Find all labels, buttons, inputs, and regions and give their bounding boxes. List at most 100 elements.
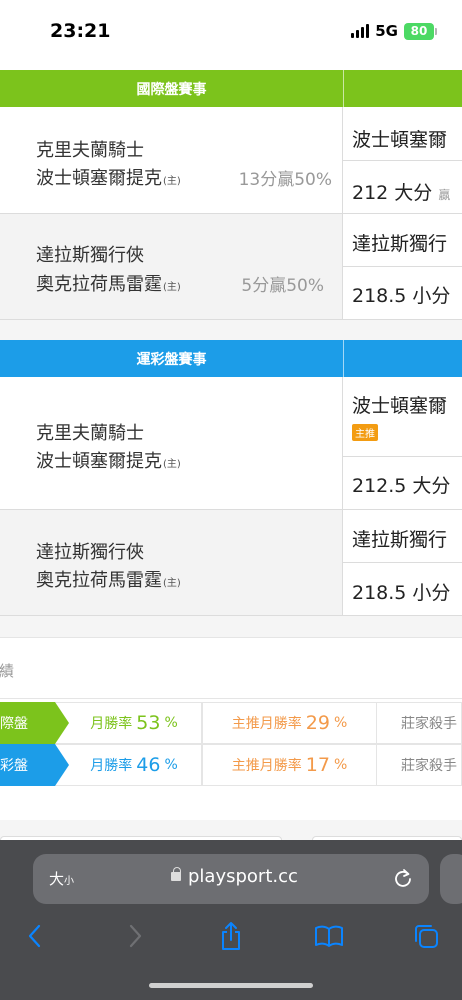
- pick-spread: 波士頓塞爾: [352, 395, 448, 417]
- away-team: 達拉斯獨行俠: [36, 542, 144, 563]
- record-tag: 運彩盤: [0, 744, 69, 786]
- lottery-section-header: 運彩盤賽事: [0, 340, 462, 377]
- text-size-small: 小: [64, 876, 75, 887]
- main-pick-win-rate-unit: %: [333, 757, 348, 773]
- pick-total: 218.5 小分: [352, 285, 451, 307]
- bookmarks-icon: [315, 925, 343, 947]
- lock-icon: [171, 867, 181, 881]
- pick-percentage: 5分贏50%: [241, 276, 324, 296]
- pick-spread: 波士頓塞爾: [352, 129, 448, 151]
- teams-cell: 克里夫蘭騎士 波士頓塞爾提克(主) 13分贏50%: [0, 107, 343, 213]
- status-bar: 23:21 5G 80: [0, 0, 462, 68]
- share-icon: [222, 922, 240, 950]
- home-indicator: [149, 983, 313, 988]
- battery-level: 80: [410, 24, 428, 38]
- home-mark: (主): [163, 282, 181, 293]
- main-pick-win-rate-label: 主推月勝率: [231, 758, 302, 774]
- section-gap: [0, 320, 462, 340]
- pick-cell: 波士頓塞爾主推 212.5 大分: [343, 377, 462, 509]
- url-domain: playsport.cc: [188, 866, 298, 887]
- back-icon: [28, 924, 41, 948]
- text-size-large: 大: [49, 870, 65, 888]
- battery-icon: 80: [404, 22, 437, 40]
- home-team: 奧克拉荷馬雷霆(主): [36, 566, 181, 592]
- signal-icon: [351, 24, 370, 38]
- lottery-section-title: 運彩盤賽事: [136, 351, 207, 368]
- main-pick-win-rate-label: 主推月勝率: [231, 716, 302, 732]
- banker-killer: 莊家殺手: [377, 744, 462, 786]
- teams-cell: 達拉斯獨行俠 奧克拉荷馬雷霆(主): [0, 510, 343, 615]
- network-type: 5G: [375, 22, 398, 40]
- record-tag-label: 運彩盤: [0, 758, 28, 774]
- tabs-button[interactable]: [406, 918, 446, 954]
- share-button[interactable]: [211, 918, 251, 954]
- monthly-win-rate: 月勝率 53%: [55, 702, 202, 744]
- bookmarks-button[interactable]: [309, 918, 349, 954]
- status-time: 23:21: [50, 20, 111, 42]
- record-panel: 戰績 國際盤 月勝率53% 主推月勝率29% 莊家殺手 運彩盤 月勝率46% 主…: [0, 637, 462, 820]
- banker-killer: 莊家殺手: [377, 702, 462, 744]
- monthly-win-rate-unit: %: [164, 757, 178, 773]
- home-team: 波士頓塞爾提克(主): [36, 164, 181, 190]
- pick-cell: 達拉斯獨行 218.5 小分: [343, 214, 462, 319]
- browser-bar: 大小 playsport.cc: [0, 840, 462, 1000]
- pick-total: 218.5 小分: [352, 582, 451, 604]
- main-pick-win-rate-value: 17: [305, 754, 330, 776]
- main-pick-win-rate: 主推月勝率 29%: [202, 702, 377, 744]
- forward-icon: [129, 924, 142, 948]
- lottery-match-row[interactable]: 達拉斯獨行俠 奧克拉荷馬雷霆(主) 達拉斯獨行 218.5 小分: [0, 510, 462, 616]
- teams-cell: 達拉斯獨行俠 奧克拉荷馬雷霆(主) 5分贏50%: [0, 214, 343, 319]
- pick-result: 贏: [438, 187, 451, 202]
- international-section-header: 國際盤賽事: [0, 70, 462, 107]
- reload-icon[interactable]: [391, 866, 415, 890]
- pick-cell: 波士頓塞爾 212 大分 贏: [343, 107, 462, 213]
- international-section-title: 國際盤賽事: [136, 81, 207, 98]
- monthly-win-rate-unit: %: [164, 715, 178, 731]
- home-team: 奧克拉荷馬雷霆(主): [36, 270, 181, 296]
- away-team: 克里夫蘭騎士: [36, 140, 144, 161]
- pick-spread: 達拉斯獨行: [352, 233, 448, 255]
- pick-cell: 達拉斯獨行 218.5 小分: [343, 510, 462, 615]
- home-team: 波士頓塞爾提克(主): [36, 447, 181, 473]
- forward-button[interactable]: [115, 918, 155, 954]
- home-team-name: 波士頓塞爾提克: [36, 168, 162, 189]
- record-row-international[interactable]: 國際盤 月勝率53% 主推月勝率29% 莊家殺手: [0, 702, 462, 744]
- monthly-win-rate-value: 46: [136, 754, 161, 776]
- pick-percentage: 13分贏50%: [238, 170, 332, 190]
- international-match-row[interactable]: 克里夫蘭騎士 波士頓塞爾提克(主) 13分贏50% 波士頓塞爾 212 大分 贏: [0, 107, 462, 214]
- status-indicators: 5G 80: [351, 22, 437, 40]
- main-pick-win-rate-unit: %: [333, 715, 348, 731]
- monthly-win-rate-value: 53: [136, 712, 161, 734]
- pick-total: 212.5 大分: [352, 475, 451, 497]
- home-team-name: 奧克拉荷馬雷霆: [36, 274, 162, 295]
- home-mark: (主): [163, 459, 181, 470]
- next-tab-preview[interactable]: [440, 854, 462, 904]
- teams-cell: 克里夫蘭騎士 波士頓塞爾提克(主): [0, 377, 343, 509]
- home-mark: (主): [163, 578, 181, 589]
- lottery-match-row[interactable]: 克里夫蘭騎士 波士頓塞爾提克(主) 波士頓塞爾主推 212.5 大分: [0, 377, 462, 510]
- record-tag: 國際盤: [0, 702, 69, 744]
- record-label: 戰績: [0, 662, 15, 680]
- home-mark: (主): [163, 176, 181, 187]
- record-tag-label: 國際盤: [0, 716, 28, 732]
- tabs-icon: [415, 925, 438, 948]
- away-team: 克里夫蘭騎士: [36, 423, 144, 444]
- text-size-button[interactable]: 大小: [49, 868, 74, 889]
- main-pick-win-rate-value: 29: [305, 712, 330, 734]
- away-team: 達拉斯獨行俠: [36, 245, 144, 266]
- address-bar[interactable]: 大小 playsport.cc: [33, 854, 429, 904]
- home-team-name: 奧克拉荷馬雷霆: [36, 570, 162, 591]
- back-button[interactable]: [15, 918, 55, 954]
- main-pick-win-rate: 主推月勝率 17%: [202, 744, 377, 786]
- pick-total-value: 212 大分: [352, 181, 433, 204]
- monthly-win-rate: 月勝率 46%: [55, 744, 202, 786]
- pick-total: 212 大分 贏: [352, 178, 450, 205]
- browser-toolbar: [0, 918, 462, 958]
- record-row-lottery[interactable]: 運彩盤 月勝率46% 主推月勝率17% 莊家殺手: [0, 744, 462, 786]
- pick-spread: 達拉斯獨行: [352, 529, 448, 551]
- international-match-row[interactable]: 達拉斯獨行俠 奧克拉荷馬雷霆(主) 5分贏50% 達拉斯獨行 218.5 小分: [0, 214, 462, 320]
- main-pick-tag: 主推: [352, 424, 378, 441]
- home-team-name: 波士頓塞爾提克: [36, 451, 162, 472]
- monthly-win-rate-label: 月勝率: [90, 716, 133, 732]
- monthly-win-rate-label: 月勝率: [90, 758, 133, 774]
